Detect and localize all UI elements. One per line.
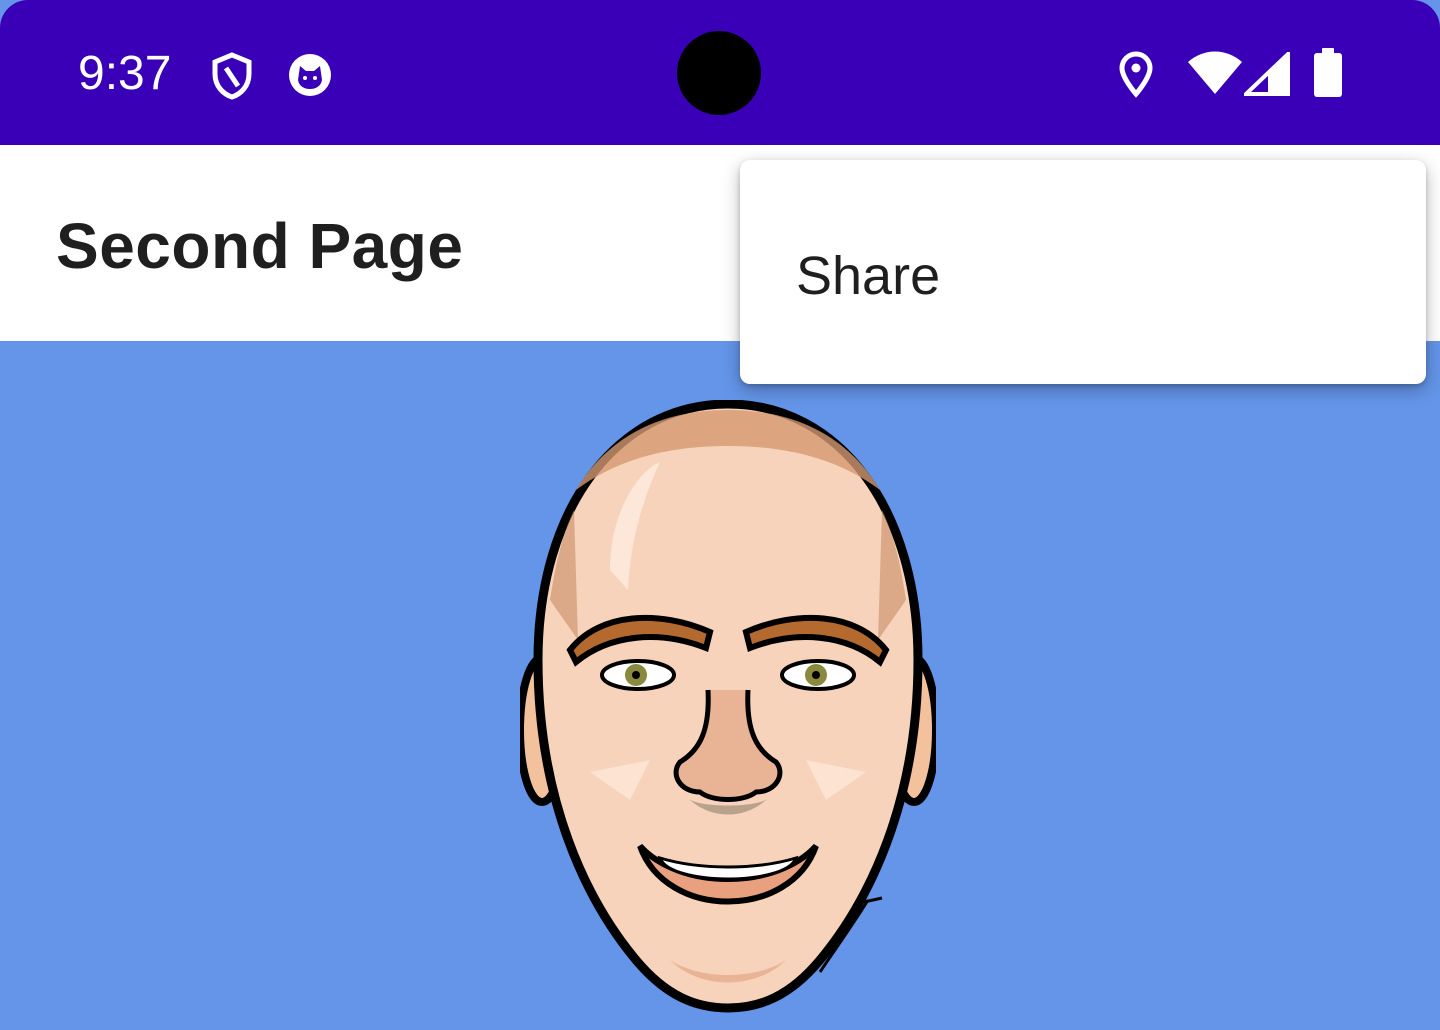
menu-item-share-label: Share xyxy=(796,246,941,306)
menu-item-share[interactable]: Share xyxy=(740,160,1426,384)
wifi-icon xyxy=(1188,51,1242,94)
camera-cutout xyxy=(677,31,761,115)
status-time: 9:37 xyxy=(78,47,172,100)
location-pin-icon xyxy=(1119,51,1153,98)
cat-app-icon xyxy=(289,54,331,96)
page-title: Second Page xyxy=(56,210,464,282)
shield-icon xyxy=(212,52,252,100)
cartoon-face-image xyxy=(520,400,936,1013)
status-bar: 9:37 xyxy=(0,0,1440,145)
cellular-signal-icon xyxy=(1244,52,1290,96)
overflow-menu: Share xyxy=(740,160,1426,384)
battery-icon xyxy=(1314,48,1342,97)
